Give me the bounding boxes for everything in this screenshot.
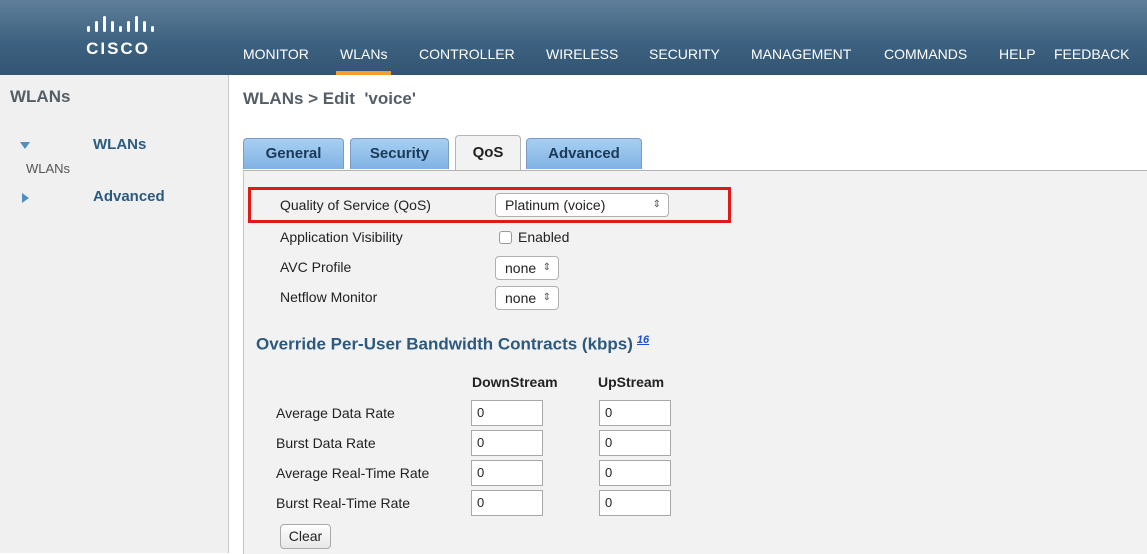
clear-button[interactable]: Clear xyxy=(280,524,331,549)
nav-commands[interactable]: COMMANDS xyxy=(884,44,967,75)
qos-select[interactable]: Platinum (voice) ⇕ xyxy=(495,193,669,217)
app-visibility-checkbox[interactable] xyxy=(499,231,512,244)
main-content: WLANs > Edit 'voice' General Security Qo… xyxy=(229,75,1147,554)
average-data-rate-label: Average Data Rate xyxy=(276,405,395,421)
col-downstream: DownStream xyxy=(472,374,558,390)
average-real-time-rate-label: Average Real-Time Rate xyxy=(276,465,430,481)
cisco-bars-icon xyxy=(87,16,154,32)
nav-security[interactable]: SECURITY xyxy=(649,44,720,75)
nav-wlans[interactable]: WLANs xyxy=(335,44,392,75)
page-title: WLANs > Edit 'voice' xyxy=(243,89,416,108)
nav-help[interactable]: HELP xyxy=(999,44,1036,75)
average-real-time-rate-downstream-input[interactable]: 0 xyxy=(471,460,543,486)
burst-real-time-rate-label: Burst Real-Time Rate xyxy=(276,495,411,511)
triangle-down-icon[interactable] xyxy=(20,142,30,149)
netflow-monitor-select[interactable]: none ⇕ xyxy=(495,286,559,310)
sidebar: WLANs WLANs WLANs Advanced xyxy=(0,75,229,553)
sidebar-title: WLANs xyxy=(10,87,71,106)
sidebar-item-wlans[interactable]: WLANs xyxy=(93,136,146,153)
footnote-link[interactable]: 16 xyxy=(637,334,649,346)
netflow-monitor-value: none xyxy=(505,290,537,306)
tab-security[interactable]: Security xyxy=(350,138,449,169)
avc-profile-select[interactable]: none ⇕ xyxy=(495,256,559,280)
cisco-logo: CISCO xyxy=(78,14,158,58)
burst-real-time-rate-downstream-input[interactable]: 0 xyxy=(471,490,543,516)
col-upstream: UpStream xyxy=(598,374,665,390)
app-visibility-label: Application Visibility xyxy=(280,229,403,245)
brand-name: CISCO xyxy=(86,39,150,58)
nav-management[interactable]: MANAGEMENT xyxy=(751,44,851,75)
burst-data-rate-label: Burst Data Rate xyxy=(276,435,376,451)
sidebar-subitem-wlans[interactable]: WLANs xyxy=(26,161,70,176)
nav-wireless[interactable]: WIRELESS xyxy=(546,44,618,75)
burst-real-time-rate-upstream-input[interactable]: 0 xyxy=(599,490,671,516)
netflow-monitor-label: Netflow Monitor xyxy=(280,289,378,305)
average-data-rate-upstream-input[interactable]: 0 xyxy=(599,400,671,426)
tab-advanced[interactable]: Advanced xyxy=(526,138,642,169)
top-header: CISCO MONITOR WLANs CONTROLLER WIRELESS … xyxy=(0,0,1147,75)
nav-feedback[interactable]: FEEDBACK xyxy=(1054,44,1129,75)
nav-controller[interactable]: CONTROLLER xyxy=(419,44,515,75)
avc-profile-value: none xyxy=(505,260,537,276)
tab-general[interactable]: General xyxy=(243,138,344,169)
bandwidth-title-text: Override Per-User Bandwidth Contracts (k… xyxy=(256,334,633,354)
select-arrows-icon: ⇕ xyxy=(542,262,551,273)
bandwidth-section-title: Override Per-User Bandwidth Contracts (k… xyxy=(256,334,649,355)
average-real-time-rate-upstream-input[interactable]: 0 xyxy=(599,460,671,486)
sidebar-item-advanced[interactable]: Advanced xyxy=(93,188,165,205)
nav-monitor[interactable]: MONITOR xyxy=(243,44,309,75)
tab-qos[interactable]: QoS xyxy=(455,135,521,170)
qos-label: Quality of Service (QoS) xyxy=(280,197,431,213)
burst-data-rate-downstream-input[interactable]: 0 xyxy=(471,430,543,456)
qos-select-value: Platinum (voice) xyxy=(505,197,606,213)
average-data-rate-downstream-input[interactable]: 0 xyxy=(471,400,543,426)
select-arrows-icon: ⇕ xyxy=(652,199,661,210)
triangle-right-icon[interactable] xyxy=(22,193,29,203)
qos-panel: Quality of Service (QoS) Platinum (voice… xyxy=(243,170,1147,554)
burst-data-rate-upstream-input[interactable]: 0 xyxy=(599,430,671,456)
avc-profile-label: AVC Profile xyxy=(280,259,352,275)
select-arrows-icon: ⇕ xyxy=(542,292,551,303)
app-visibility-enabled-label: Enabled xyxy=(518,229,570,245)
